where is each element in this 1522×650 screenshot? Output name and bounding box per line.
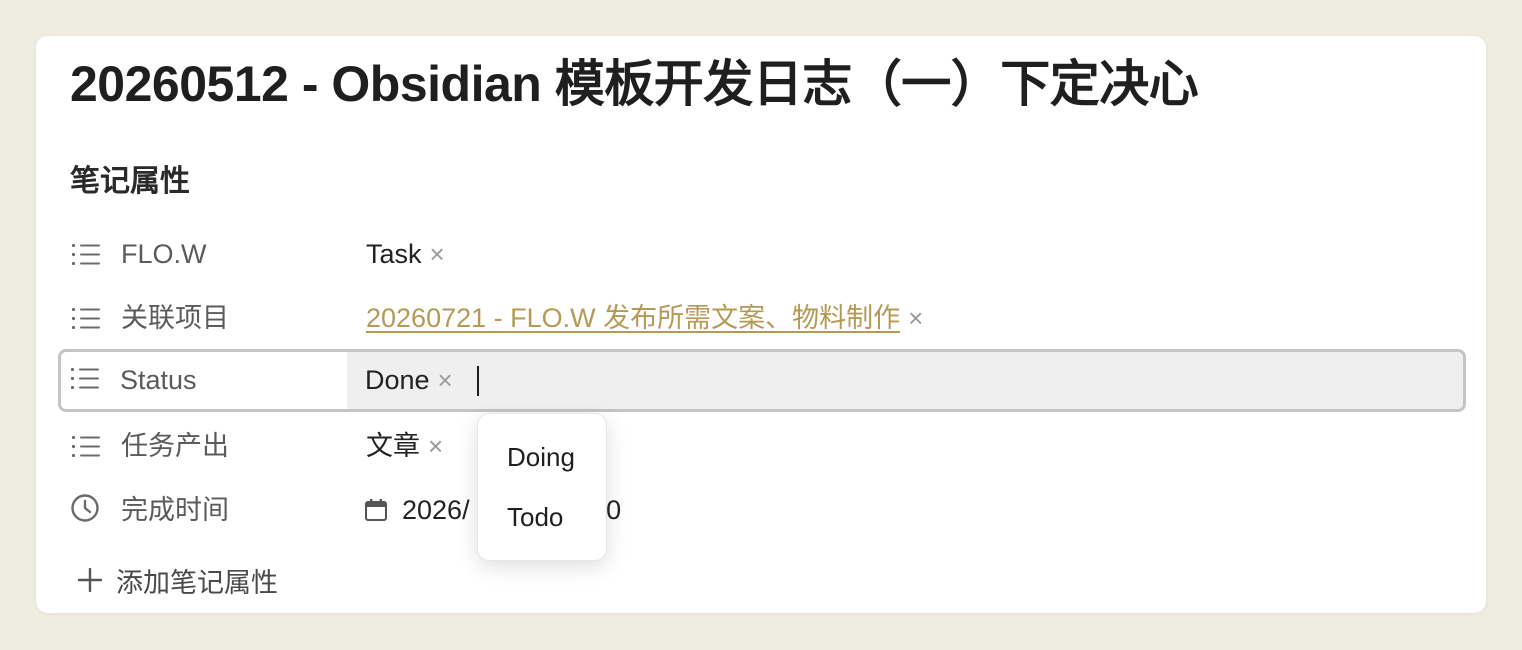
remove-value-icon[interactable]: × xyxy=(428,417,443,475)
add-property-button[interactable]: 添加笔记属性 xyxy=(78,560,278,600)
tag-value[interactable]: Done xyxy=(365,352,430,409)
remove-value-icon[interactable]: × xyxy=(430,225,445,283)
property-key[interactable]: FLO.W xyxy=(121,225,207,283)
property-key[interactable]: 关联项目 xyxy=(121,289,229,347)
internal-link[interactable]: 20260721 - FLO.W 发布所需文案、物料制作 xyxy=(366,289,900,347)
note-title[interactable]: 20260512 - Obsidian 模板开发日志（一）下定决心 xyxy=(70,54,1199,114)
remove-value-icon[interactable]: × xyxy=(908,289,923,347)
datetime-value-start: 2026/ xyxy=(402,495,470,525)
property-key[interactable]: Status xyxy=(120,352,197,409)
suggestion-item-doing[interactable]: Doing xyxy=(507,435,575,479)
calendar-icon[interactable] xyxy=(364,498,388,522)
property-key[interactable]: 任务产出 xyxy=(121,417,229,475)
property-row-completion-time: 完成时间 2026/ :00 xyxy=(60,481,1462,539)
suggestion-item-todo[interactable]: Todo xyxy=(507,495,563,539)
clock-icon[interactable] xyxy=(70,494,102,522)
properties-heading: 笔记属性 xyxy=(70,165,190,198)
list-icon[interactable] xyxy=(70,305,102,333)
tag-value[interactable]: Task xyxy=(366,225,422,283)
list-icon[interactable] xyxy=(70,433,102,461)
property-value: Done × xyxy=(365,352,479,409)
property-value: 20260721 - FLO.W 发布所需文案、物料制作 × xyxy=(366,289,923,347)
plus-icon xyxy=(78,568,102,592)
property-value: 文章 × xyxy=(366,417,443,475)
value-editor[interactable] xyxy=(347,352,1463,409)
status-suggestion-menu: Doing Todo xyxy=(477,413,607,561)
property-key[interactable]: 完成时间 xyxy=(121,481,229,539)
tag-value[interactable]: 文章 xyxy=(366,417,420,475)
property-value: Task × xyxy=(366,225,445,283)
list-icon[interactable] xyxy=(70,241,102,269)
note-card: 20260512 - Obsidian 模板开发日志（一）下定决心 笔记属性 F… xyxy=(36,36,1486,613)
text-cursor xyxy=(476,365,479,396)
add-property-label: 添加笔记属性 xyxy=(116,567,278,598)
remove-value-icon[interactable]: × xyxy=(438,352,453,409)
property-row-task-output: 任务产出 文章 × xyxy=(60,417,1462,475)
list-icon[interactable] xyxy=(69,365,101,393)
property-row-related-project: 关联项目 20260721 - FLO.W 发布所需文案、物料制作 × xyxy=(60,289,1462,347)
property-row-status: Status Done × xyxy=(58,349,1466,412)
property-row-flow: FLO.W Task × xyxy=(60,225,1462,283)
